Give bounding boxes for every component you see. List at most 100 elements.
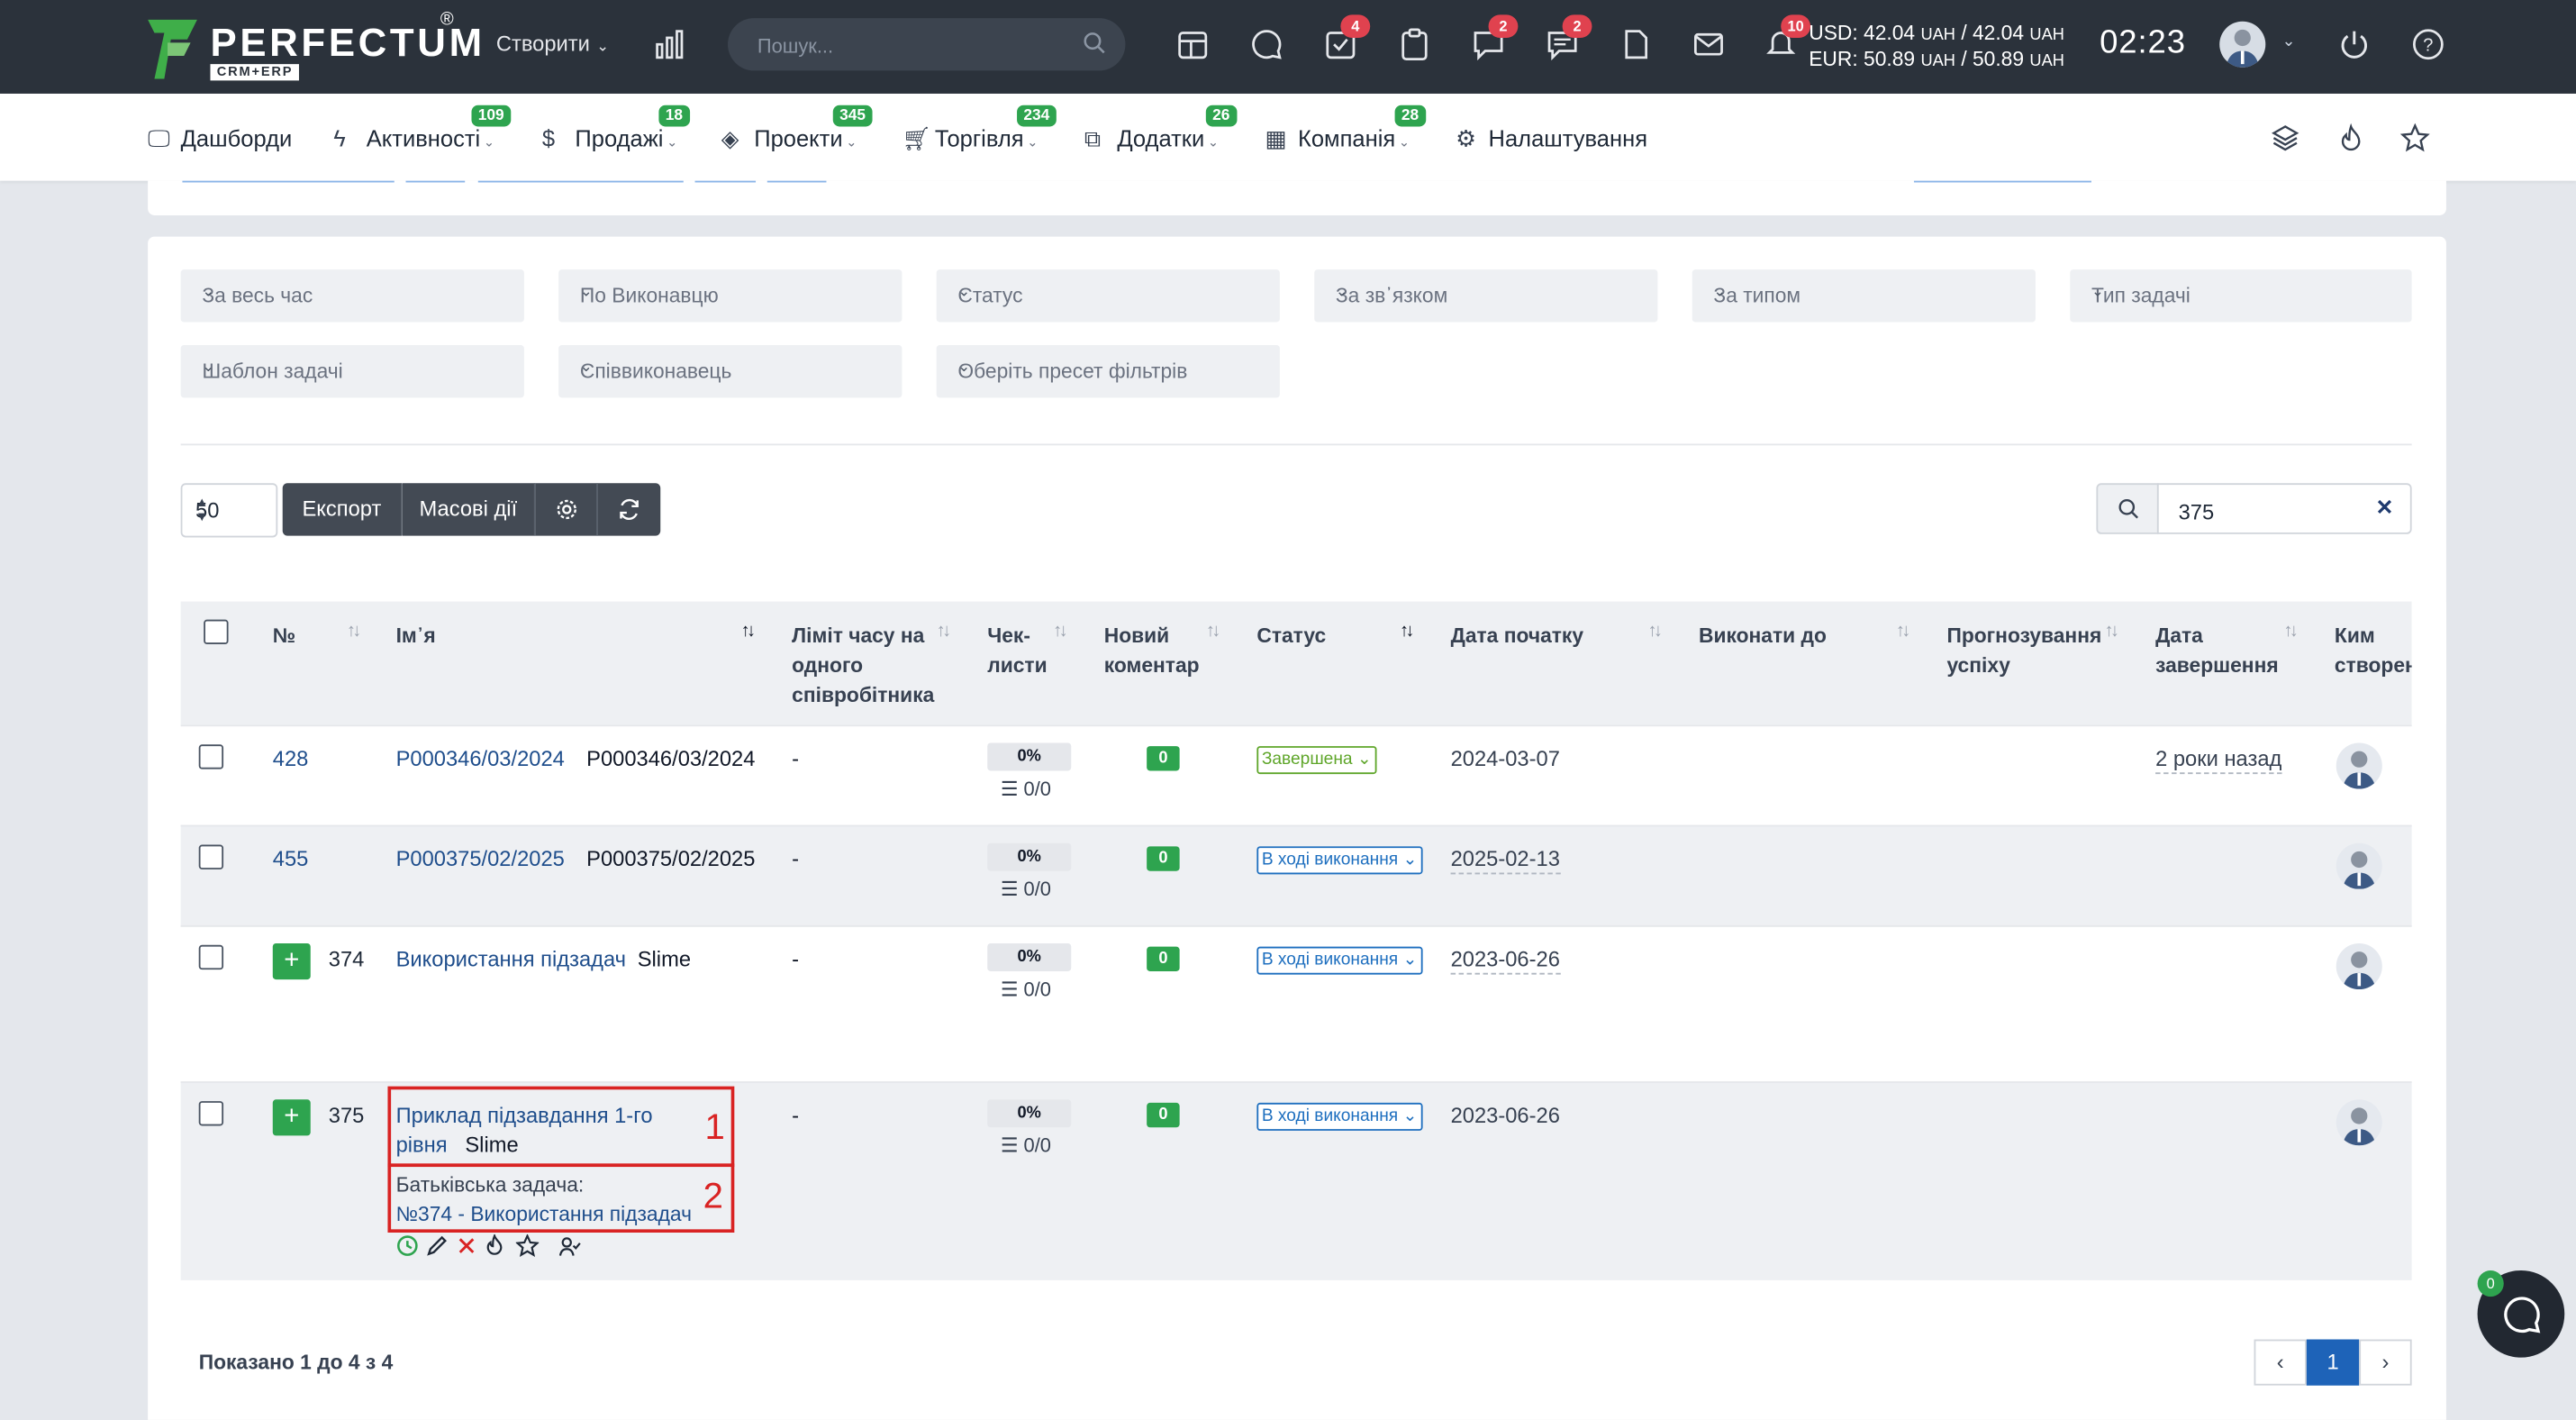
new-comment-badge[interactable]: 0	[1147, 846, 1180, 871]
col-checklists[interactable]: Чек- листи	[987, 621, 1047, 680]
global-search-input[interactable]	[754, 28, 1074, 65]
settings-button[interactable]	[535, 483, 598, 536]
delete-icon[interactable]	[455, 1234, 478, 1258]
filter-assignee[interactable]: По Виконавцю ⌄	[558, 269, 903, 323]
user-check-icon[interactable]	[558, 1234, 582, 1258]
add-subtask-button[interactable]: +	[272, 942, 311, 980]
filter-relation[interactable]: За зв᾽язком ⌄	[1314, 269, 1658, 323]
edit-icon[interactable]	[425, 1234, 449, 1258]
bar-chart-icon[interactable]	[654, 28, 686, 60]
task-id-link[interactable]: 428	[273, 746, 309, 770]
select-all-checkbox[interactable]	[204, 619, 229, 645]
nav-company[interactable]: ▦ Компанія ⌄ 28	[1265, 105, 1426, 153]
filter-template[interactable]: Шаблон задачі ⌄	[180, 345, 524, 398]
chat-icon[interactable]	[1250, 28, 1286, 64]
bell-icon[interactable]: 10	[1764, 14, 1811, 64]
sort-icon[interactable]: ↑↓	[347, 621, 361, 641]
sort-asc-icon[interactable]: ↑↓	[741, 621, 756, 641]
clipboard-icon[interactable]	[1398, 28, 1434, 64]
power-icon[interactable]	[2338, 28, 2374, 64]
creator-avatar[interactable]	[2336, 942, 2382, 990]
col-status[interactable]: Статус	[1256, 621, 1326, 651]
task-name-link[interactable]: P000375/02/2025	[396, 846, 565, 870]
refresh-button[interactable]	[597, 483, 661, 536]
sort-icon[interactable]: ↑↓	[2105, 621, 2119, 641]
filter-period[interactable]: За весь час ⌄	[180, 269, 524, 323]
prev-page-button[interactable]: ‹	[2254, 1339, 2307, 1386]
task-id-link[interactable]: 455	[273, 846, 309, 870]
sort-icon[interactable]: ↑↓	[1206, 621, 1220, 641]
stack-icon[interactable]	[2271, 123, 2300, 153]
next-page-button[interactable]: ›	[2359, 1339, 2412, 1386]
col-limit[interactable]: Ліміт часу на одного співробітника	[792, 621, 934, 709]
row-checkbox[interactable]	[198, 944, 224, 970]
page-size-select[interactable]: 50 ▲ ▼	[180, 483, 278, 538]
sort-icon[interactable]: ↑↓	[1053, 621, 1067, 641]
messages-icon[interactable]: 2	[1472, 14, 1519, 64]
new-comment-badge[interactable]: 0	[1147, 746, 1180, 771]
nav-trade[interactable]: 🛒︎ Торгівля ⌄ 234	[902, 105, 1057, 153]
sort-icon[interactable]: ↑↓	[2283, 621, 2298, 641]
fire-icon[interactable]	[483, 1233, 506, 1258]
creator-avatar[interactable]	[2336, 742, 2382, 789]
tasks-icon[interactable]: 4	[1324, 14, 1371, 64]
clock-icon[interactable]	[396, 1234, 420, 1258]
document-icon[interactable]	[1619, 28, 1655, 64]
sort-icon[interactable]: ↑↓	[1896, 621, 1910, 641]
col-name[interactable]: Ім᾽я	[396, 621, 436, 651]
filter-type[interactable]: За типом ⌄	[1692, 269, 2036, 323]
row-checkbox[interactable]	[198, 744, 224, 769]
sort-desc-icon[interactable]: ↑↓	[1400, 621, 1414, 641]
calendar-icon[interactable]	[1176, 28, 1212, 64]
star-icon[interactable]	[2399, 123, 2430, 153]
creator-avatar[interactable]	[2336, 842, 2382, 889]
create-button[interactable]: Створити ⌄	[496, 32, 609, 56]
mail-icon[interactable]	[1692, 28, 1728, 64]
status-dropdown[interactable]: В ході виконання ⌄	[1256, 846, 1423, 875]
nav-settings[interactable]: ⚙ Налаштування	[1456, 125, 1647, 153]
task-id-link[interactable]: 375	[329, 1103, 365, 1127]
table-search-button[interactable]	[2096, 483, 2159, 534]
status-dropdown[interactable]: В ході виконання ⌄	[1256, 1102, 1423, 1131]
star-icon[interactable]	[515, 1233, 540, 1258]
filter-status[interactable]: Статус ⌄	[936, 269, 1280, 323]
nav-dashboards[interactable]: 🖵 Дашборди	[148, 125, 292, 153]
row-checkbox[interactable]	[198, 1101, 224, 1126]
chevron-down-icon[interactable]: ⌄	[2282, 32, 2296, 50]
col-number[interactable]: №	[273, 621, 295, 651]
sort-icon[interactable]: ↑↓	[937, 621, 951, 641]
new-comment-badge[interactable]: 0	[1147, 946, 1180, 971]
creator-avatar[interactable]	[2336, 1099, 2382, 1146]
user-avatar[interactable]	[2219, 21, 2266, 68]
task-id-link[interactable]: 374	[329, 947, 365, 971]
filter-task-type[interactable]: Тип задачі ⌄	[2070, 269, 2412, 323]
help-icon[interactable]: ?	[2412, 28, 2448, 64]
nav-projects[interactable]: ◈ Проекти ⌄ 345	[721, 105, 873, 153]
row-checkbox[interactable]	[198, 844, 224, 869]
status-dropdown[interactable]: В ході виконання ⌄	[1256, 946, 1423, 975]
filter-coassignee[interactable]: Співвиконавець ⌄	[558, 345, 903, 398]
export-button[interactable]: Експорт	[282, 483, 403, 536]
global-search[interactable]	[728, 18, 1126, 71]
fire-icon[interactable]	[2336, 123, 2366, 153]
col-finished[interactable]: Дата завершення	[2155, 621, 2279, 680]
discussions-icon[interactable]: 2	[1546, 14, 1592, 64]
col-start-date[interactable]: Дата початку	[1451, 621, 1583, 651]
bulk-actions-button[interactable]: Масові дії	[402, 483, 536, 536]
col-due-date[interactable]: Виконати до	[1699, 621, 1827, 651]
filter-preset[interactable]: Оберіть пресет фільтрів ⌄	[936, 345, 1280, 398]
nav-sales[interactable]: $ Продажі ⌄ 18	[542, 105, 690, 151]
table-search[interactable]: ✕	[2156, 483, 2412, 534]
sort-icon[interactable]: ↑↓	[1647, 621, 1662, 641]
add-subtask-button[interactable]: +	[272, 1099, 311, 1136]
nav-addons[interactable]: ⧉ Додатки ⌄ 26	[1084, 105, 1237, 153]
nav-activities[interactable]: ϟ Активності ⌄ 109	[333, 105, 512, 151]
col-new-comment[interactable]: Новий коментар	[1104, 621, 1200, 680]
clear-icon[interactable]: ✕	[2376, 495, 2394, 521]
perfectum-logo[interactable]: PERFECTUM ® CRM+ERP	[148, 10, 482, 82]
table-search-input[interactable]	[2174, 495, 2363, 528]
task-name-link[interactable]: P000346/03/2024	[396, 746, 565, 770]
new-comment-badge[interactable]: 0	[1147, 1102, 1180, 1128]
page-button-current[interactable]: 1	[2306, 1339, 2360, 1386]
status-dropdown[interactable]: Завершена ⌄	[1256, 746, 1377, 775]
